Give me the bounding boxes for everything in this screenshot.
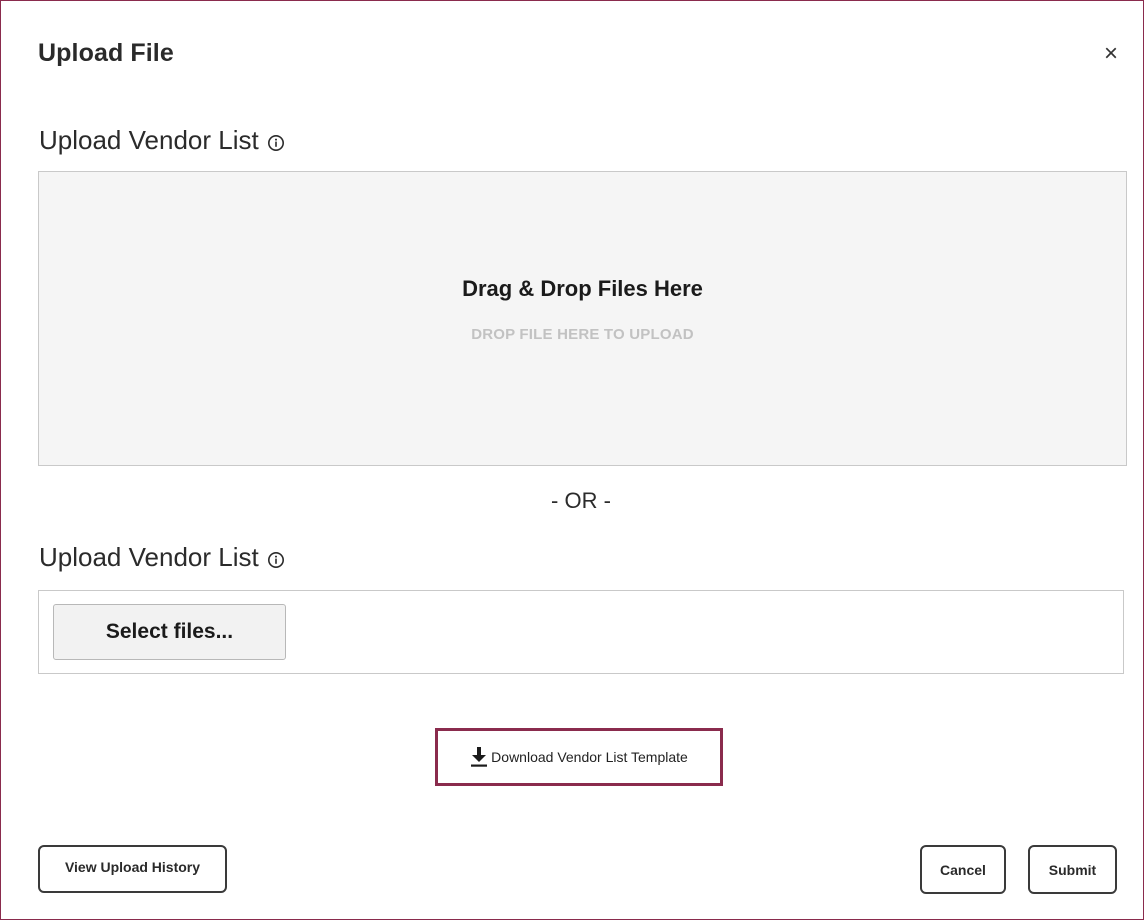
close-button[interactable]: × bbox=[1097, 39, 1125, 69]
select-files-button[interactable]: Select files... bbox=[53, 604, 286, 660]
or-divider: - OR - bbox=[551, 488, 611, 513]
close-icon: × bbox=[1103, 40, 1118, 67]
upload-file-dialog: Upload File × Upload Vendor List Drag & … bbox=[0, 0, 1144, 920]
dialog-title: Upload File bbox=[38, 39, 174, 67]
section-label-text: Upload Vendor List bbox=[39, 125, 259, 155]
download-template-label: Download Vendor List Template bbox=[491, 749, 688, 765]
download-icon bbox=[471, 747, 488, 767]
drop-zone-subtitle: DROP FILE HERE TO UPLOAD bbox=[471, 326, 694, 343]
file-select-container: Select files... bbox=[38, 590, 1124, 674]
upload-vendor-list-label-2: Upload Vendor List bbox=[39, 542, 285, 573]
info-icon[interactable] bbox=[267, 134, 285, 152]
drop-zone-title: Drag & Drop Files Here bbox=[462, 276, 703, 301]
file-drop-zone[interactable]: Drag & Drop Files Here DROP FILE HERE TO… bbox=[38, 171, 1127, 466]
view-upload-history-button[interactable]: View Upload History bbox=[38, 845, 227, 893]
info-icon[interactable] bbox=[267, 551, 285, 569]
cancel-button[interactable]: Cancel bbox=[920, 845, 1006, 894]
download-template-link[interactable]: Download Vendor List Template bbox=[435, 728, 723, 786]
section-label-text: Upload Vendor List bbox=[39, 542, 259, 572]
upload-vendor-list-label: Upload Vendor List bbox=[39, 125, 285, 156]
submit-button[interactable]: Submit bbox=[1028, 845, 1117, 894]
